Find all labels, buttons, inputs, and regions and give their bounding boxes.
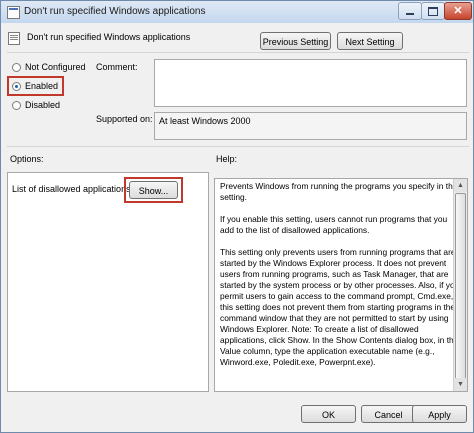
help-label: Help:: [216, 154, 238, 164]
window-title: Don't run specified Windows applications: [24, 6, 206, 17]
divider: [7, 146, 469, 147]
button-bar: OK Cancel Apply: [1, 397, 473, 432]
minimize-icon[interactable]: [398, 2, 422, 20]
scroll-thumb[interactable]: [455, 193, 466, 383]
previous-setting-button[interactable]: Previous Setting: [260, 32, 331, 50]
supported-on-label: Supported on:: [96, 114, 153, 124]
not-configured-label[interactable]: Not Configured: [25, 62, 86, 72]
supported-on-field: At least Windows 2000: [154, 112, 467, 140]
help-paragraph: Prevents Windows from running the progra…: [220, 181, 459, 202]
cancel-button[interactable]: Cancel: [361, 405, 416, 423]
ok-button[interactable]: OK: [301, 405, 356, 423]
help-paragraph: This setting only prevents users from ru…: [220, 247, 460, 367]
supported-on-value: At least Windows 2000: [159, 116, 251, 126]
policy-header: Don't run specified Windows applications…: [1, 23, 473, 53]
policy-dialog: Don't run specified Windows applications…: [0, 0, 474, 433]
apply-button[interactable]: Apply: [412, 405, 467, 423]
comment-field[interactable]: [154, 59, 467, 107]
options-panel: [7, 172, 209, 392]
enabled-highlight-box: [7, 76, 64, 96]
help-paragraph: If you enable this setting, users cannot…: [220, 214, 448, 235]
close-icon[interactable]: ✕: [444, 2, 472, 20]
divider: [7, 52, 469, 53]
help-panel[interactable]: Prevents Windows from running the progra…: [214, 178, 468, 392]
policy-icon: [8, 32, 20, 45]
maximize-icon[interactable]: [421, 2, 445, 20]
policy-title: Don't run specified Windows applications: [27, 32, 191, 42]
show-highlight-box: [124, 177, 183, 203]
window-icon: [7, 6, 20, 19]
comment-label: Comment:: [96, 62, 138, 72]
scroll-up-icon[interactable]: ▲: [454, 179, 467, 192]
disabled-radio[interactable]: [12, 101, 21, 110]
disallowed-apps-label: List of disallowed applications: [12, 184, 131, 194]
next-setting-button[interactable]: Next Setting: [337, 32, 403, 50]
scroll-down-icon[interactable]: ▼: [454, 378, 467, 391]
title-bar[interactable]: Don't run specified Windows applications…: [1, 1, 473, 24]
help-scrollbar[interactable]: ▲ ▼: [453, 179, 467, 391]
disabled-label[interactable]: Disabled: [25, 100, 60, 110]
help-text: Prevents Windows from running the progra…: [220, 181, 460, 379]
options-label: Options:: [10, 154, 44, 164]
not-configured-radio[interactable]: [12, 63, 21, 72]
